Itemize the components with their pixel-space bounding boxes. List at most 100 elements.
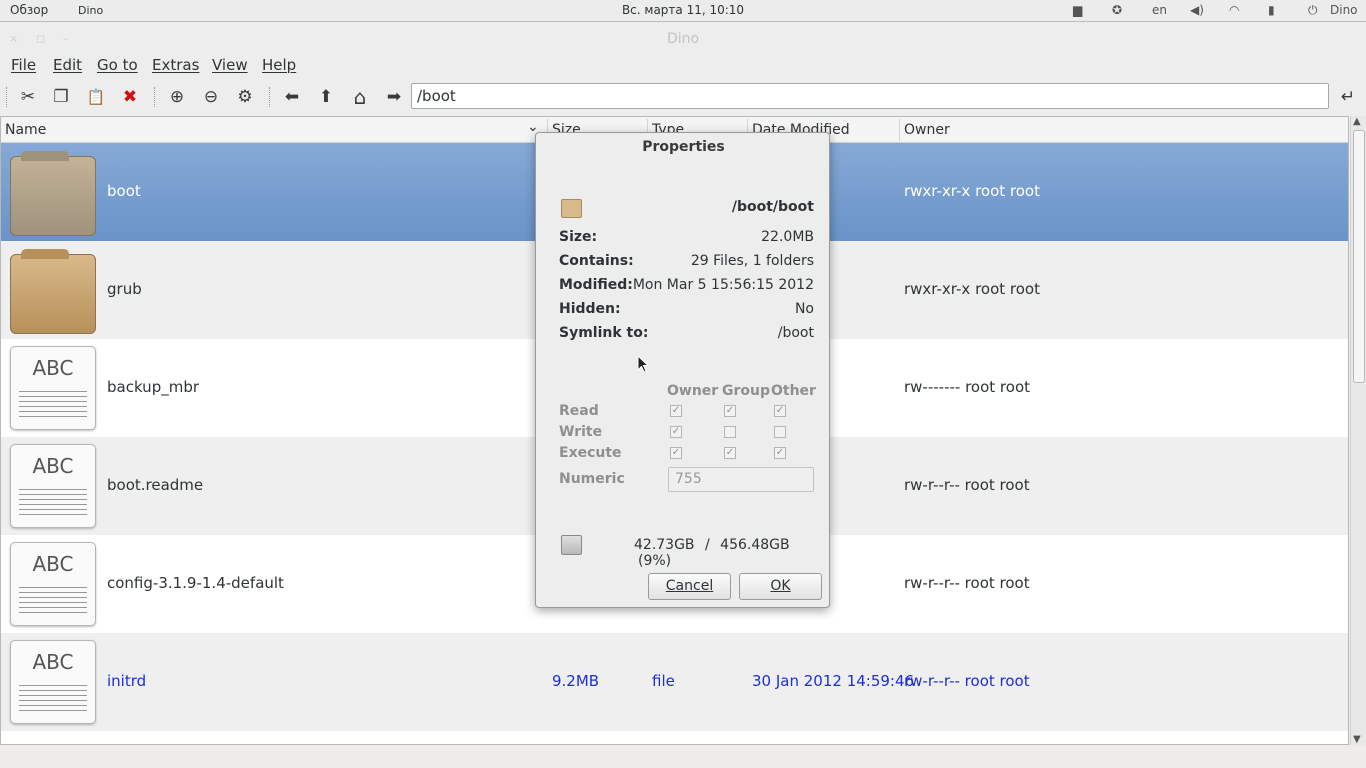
menu-edit[interactable]: Edit: [53, 56, 82, 74]
perm-checkbox-read-group[interactable]: ✓: [724, 405, 736, 417]
perm-checkbox-write-group[interactable]: [724, 426, 736, 438]
perm-checkbox-write-owner[interactable]: ✓: [670, 426, 682, 438]
properties-dialog: Properties /boot/boot Size: 22.0MB Conta…: [535, 132, 830, 608]
go-icon[interactable]: ↵: [1337, 86, 1359, 108]
toolbar: ✂ ❐ 📋 ✖ ⊕ ⊖ ⚙ ⬅ ⬆ ⌂ ➡ /boot ↵: [0, 79, 1366, 116]
perm-checkbox-write-other[interactable]: [774, 426, 786, 438]
file-owner: rw------- root root: [904, 378, 1031, 396]
perm-checkbox-execute-other[interactable]: ✓: [774, 447, 786, 459]
zoom-out-icon[interactable]: ⊖: [200, 86, 222, 108]
settings-icon[interactable]: ⚙: [234, 86, 256, 108]
file-date: 30 Jan 2012 14:59:46: [752, 672, 915, 690]
disk-used: 42.73GB: [634, 537, 695, 553]
ok-button-label: OK: [770, 578, 791, 594]
status-bar: [0, 745, 1366, 768]
size-label: Size:: [559, 229, 598, 245]
cancel-button-label: Cancel: [665, 578, 714, 594]
size-value: 22.0MB: [761, 229, 814, 245]
disk-usage: 42.73GB / 456.48GB (9%): [634, 537, 829, 569]
perm-header-group: Group: [722, 383, 771, 399]
table-row[interactable]: ABC initrd 9.2MB file 30 Jan 2012 14:59:46 rw…: [1, 633, 1348, 731]
dialog-path: /boot/boot: [731, 199, 814, 215]
user-menu[interactable]: Dino: [1330, 3, 1358, 17]
file-name: boot.readme: [107, 476, 204, 494]
numeric-permissions-input[interactable]: 755: [668, 467, 814, 492]
hidden-value: No: [794, 301, 814, 317]
menu-bar: File Edit Go to Extras View Help: [0, 53, 1366, 79]
file-name: boot: [107, 182, 141, 200]
mouse-cursor-icon: [637, 355, 649, 373]
window-titlebar[interactable]: × ◻ – Dino: [0, 23, 1366, 53]
home-icon[interactable]: ⌂: [349, 85, 371, 109]
scroll-up-icon[interactable]: ▲: [1353, 116, 1361, 127]
text-document-icon: ABC: [10, 444, 96, 528]
perm-header-owner: Owner: [667, 383, 719, 399]
file-name: backup_mbr: [107, 378, 200, 396]
file-owner: rwxr-xr-x root root: [904, 280, 1040, 298]
modified-value: Mon Mar 5 15:56:15 2012: [632, 277, 814, 293]
text-document-icon: ABC: [10, 640, 96, 724]
cut-icon[interactable]: ✂: [17, 86, 39, 108]
system-top-bar: Обзор Dino Вс. марта 11, 10:10 ▆ ✪ en ◀)…: [0, 0, 1366, 22]
vertical-scrollbar[interactable]: ▲ ▼: [1350, 116, 1366, 745]
column-owner[interactable]: Owner: [904, 122, 950, 138]
forward-icon[interactable]: ➡: [383, 86, 405, 108]
back-icon[interactable]: ⬅: [281, 86, 303, 108]
toolbar-separator: [269, 87, 270, 107]
perm-header-other: Other: [771, 383, 816, 399]
perm-checkbox-read-owner[interactable]: ✓: [670, 405, 682, 417]
numeric-label: Numeric: [559, 471, 625, 487]
volume-icon[interactable]: ◀): [1190, 3, 1204, 17]
menu-view[interactable]: View: [212, 56, 248, 74]
symlink-value: /boot: [777, 325, 814, 341]
perm-checkbox-execute-group[interactable]: ✓: [724, 447, 736, 459]
folder-icon: [561, 199, 582, 218]
menu-goto[interactable]: Go to: [97, 56, 138, 74]
file-name: config-3.1.9-1.4-default: [107, 574, 284, 592]
address-input[interactable]: /boot: [411, 83, 1329, 109]
contains-label: Contains:: [559, 253, 634, 269]
menu-help[interactable]: Help: [262, 56, 296, 74]
paste-icon[interactable]: 📋: [85, 86, 107, 108]
keyboard-layout-indicator[interactable]: en: [1152, 3, 1167, 17]
power-icon[interactable]: ⏻: [1308, 3, 1318, 18]
menu-file[interactable]: File: [11, 56, 36, 74]
file-owner: rwxr-xr-x root root: [904, 182, 1040, 200]
file-size: 9.2MB: [552, 672, 600, 690]
text-document-icon: ABC: [10, 542, 96, 626]
disk-total: 456.48GB: [720, 537, 790, 553]
disk-separator: /: [705, 537, 710, 553]
toolbar-separator: [6, 87, 7, 107]
cancel-button[interactable]: Cancel: [648, 573, 731, 600]
column-divider[interactable]: [899, 119, 900, 141]
disk-percent: (9%): [638, 553, 672, 569]
file-name: initrd: [107, 672, 147, 690]
perm-checkbox-read-other[interactable]: ✓: [774, 405, 786, 417]
ok-button[interactable]: OK: [739, 573, 822, 600]
perm-checkbox-execute-owner[interactable]: ✓: [670, 447, 682, 459]
delete-icon[interactable]: ✖: [119, 86, 141, 108]
hidden-label: Hidden:: [559, 301, 621, 317]
accessibility-icon[interactable]: ✪: [1112, 3, 1122, 17]
perm-row-read: Read: [559, 403, 599, 419]
menu-extras[interactable]: Extras: [152, 56, 199, 74]
zoom-in-icon[interactable]: ⊕: [166, 86, 188, 108]
modified-label: Modified:: [559, 277, 633, 293]
symlink-label: Symlink to:: [559, 325, 649, 341]
wifi-icon[interactable]: ◠: [1229, 3, 1239, 17]
column-name[interactable]: Name: [5, 122, 46, 138]
folder-icon: [10, 248, 96, 334]
perm-row-write: Write: [559, 424, 603, 440]
file-type: file: [652, 672, 675, 690]
file-owner: rw-r--r-- root root: [904, 672, 1030, 690]
up-icon[interactable]: ⬆: [315, 86, 337, 108]
battery-icon[interactable]: ▮: [1268, 3, 1275, 17]
scroll-down-icon[interactable]: ▼: [1353, 734, 1361, 745]
folder-icon[interactable]: ▆: [1073, 3, 1082, 17]
dialog-title: Properties: [642, 139, 725, 155]
text-document-icon: ABC: [10, 346, 96, 430]
folder-icon: [10, 150, 96, 236]
copy-icon[interactable]: ❐: [50, 86, 72, 108]
scrollbar-thumb[interactable]: [1353, 130, 1365, 383]
disk-drive-icon: [561, 535, 582, 555]
